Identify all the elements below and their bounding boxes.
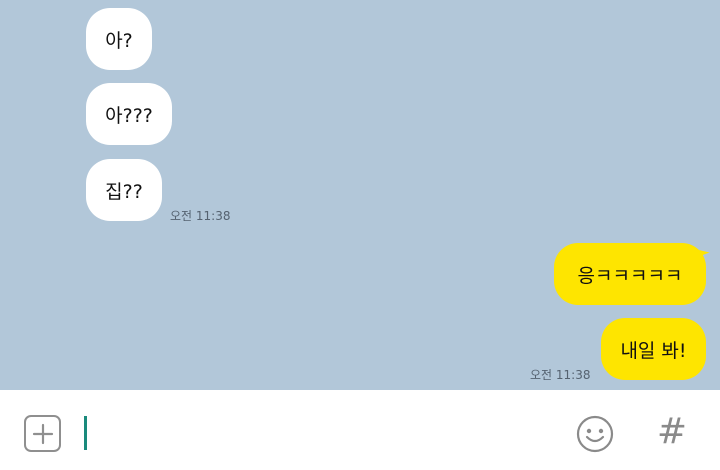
message-text: 아? bbox=[105, 29, 133, 52]
message-text: 아??? bbox=[105, 104, 153, 127]
outgoing-message-timestamp: 오전 11:38 bbox=[530, 368, 591, 382]
message-text: 내일 봐! bbox=[620, 339, 687, 362]
incoming-message-bubble[interactable]: 집?? bbox=[86, 159, 162, 221]
chat-message-area[interactable]: 아? 아??? 집?? 오전 11:38 응ㅋㅋㅋㅋㅋ 내일 봐! 오전 11:… bbox=[0, 0, 720, 390]
outgoing-message-bubble[interactable]: 내일 봐! bbox=[601, 318, 706, 380]
plus-icon bbox=[32, 423, 53, 444]
attach-plus-button[interactable] bbox=[24, 415, 61, 452]
emoji-button[interactable] bbox=[576, 415, 614, 453]
incoming-message-bubble[interactable]: 아? bbox=[86, 8, 152, 70]
message-input-bar: # bbox=[0, 390, 720, 470]
incoming-message-timestamp: 오전 11:38 bbox=[170, 209, 231, 223]
smiley-icon bbox=[576, 415, 614, 453]
hash-button[interactable]: # bbox=[656, 412, 688, 452]
incoming-message-bubble[interactable]: 아??? bbox=[86, 83, 172, 145]
chat-screen: 아? 아??? 집?? 오전 11:38 응ㅋㅋㅋㅋㅋ 내일 봐! 오전 11:… bbox=[0, 0, 720, 470]
text-cursor bbox=[84, 416, 87, 450]
message-text: 집?? bbox=[105, 180, 143, 203]
outgoing-message-bubble[interactable]: 응ㅋㅋㅋㅋㅋ bbox=[554, 243, 706, 305]
message-text-input[interactable] bbox=[80, 410, 560, 454]
message-text: 응ㅋㅋㅋㅋㅋ bbox=[577, 264, 683, 287]
